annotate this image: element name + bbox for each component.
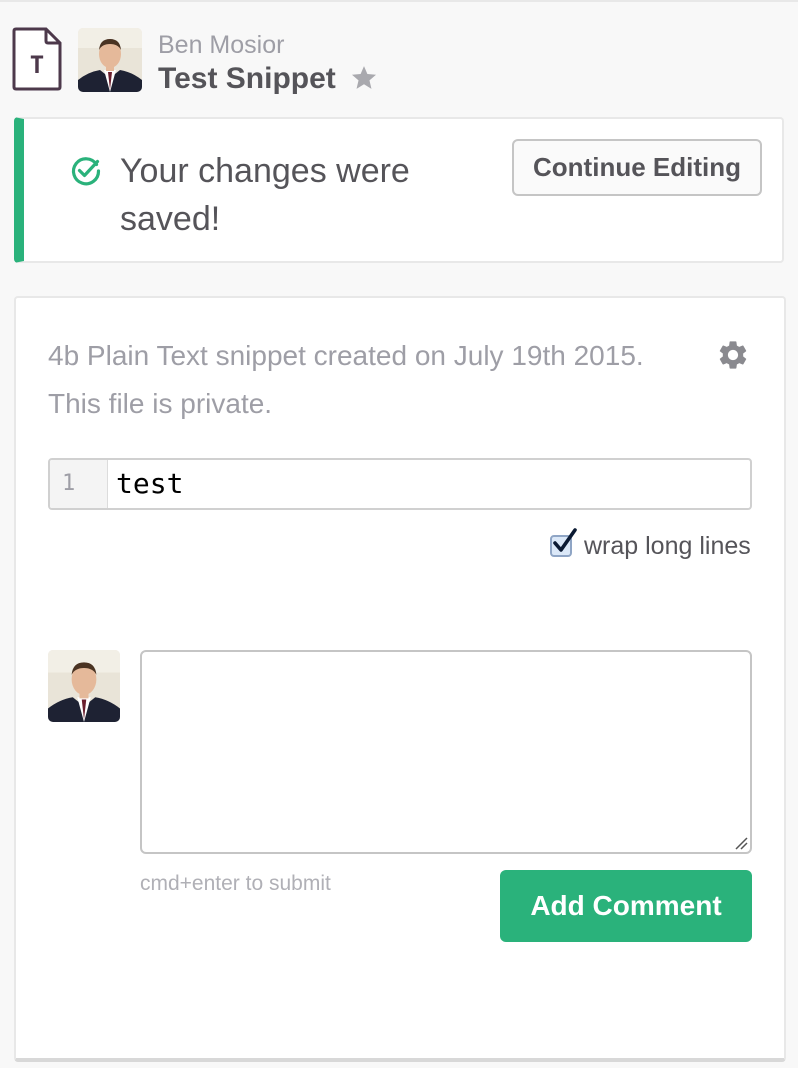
- star-icon[interactable]: [350, 64, 378, 92]
- wrap-label: wrap long lines: [584, 531, 751, 560]
- commenter-avatar: [48, 650, 120, 722]
- file-meta: 4b Plain Text snippet created on July 19…: [48, 340, 644, 419]
- snippet-title: Test Snippet: [158, 62, 336, 95]
- alert-message: Your changes were saved!: [120, 152, 410, 238]
- author-avatar[interactable]: [78, 28, 142, 92]
- code-viewer[interactable]: 1 test: [48, 458, 752, 510]
- wrap-checkbox[interactable]: [550, 528, 577, 557]
- line-number: 1: [50, 460, 108, 508]
- wrap-long-lines-toggle[interactable]: wrap long lines: [550, 528, 751, 562]
- file-type-letter: T: [30, 51, 44, 79]
- plain-text-file-icon: T: [12, 27, 62, 91]
- author-name[interactable]: Ben Mosior: [158, 30, 284, 60]
- top-divider: [0, 0, 798, 2]
- snippet-card: 4b Plain Text snippet created on July 19…: [14, 296, 786, 1062]
- checkmark-icon: [553, 528, 577, 552]
- continue-editing-button[interactable]: Continue Editing: [512, 139, 762, 196]
- add-comment-button[interactable]: Add Comment: [500, 870, 752, 942]
- gear-icon[interactable]: [716, 338, 750, 372]
- saved-alert: Your changes were saved! Continue Editin…: [14, 117, 784, 263]
- code-content: test: [116, 467, 184, 500]
- resize-handle-icon[interactable]: [734, 836, 748, 850]
- check-circle-icon: [70, 155, 102, 187]
- comment-input[interactable]: [140, 650, 752, 854]
- submit-hint: cmd+enter to submit: [140, 872, 331, 895]
